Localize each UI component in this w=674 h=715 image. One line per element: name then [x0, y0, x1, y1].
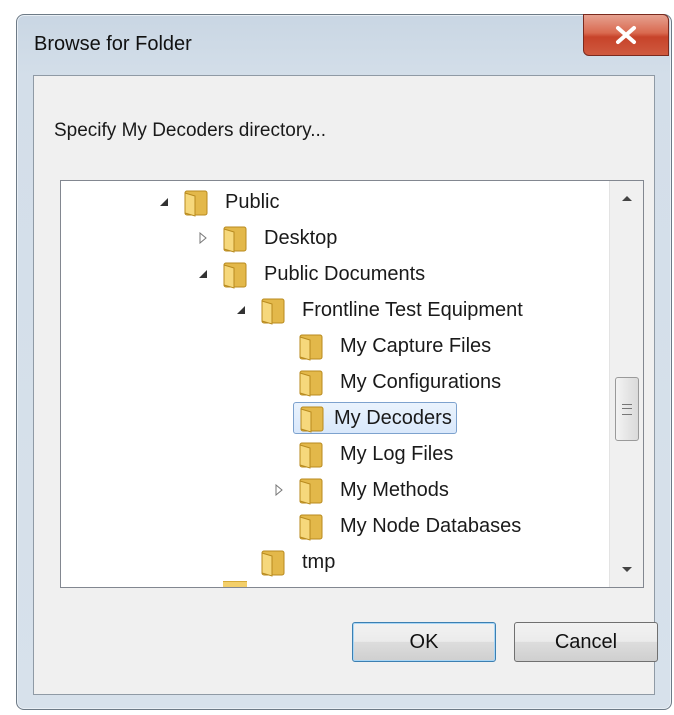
folder-icon	[223, 262, 247, 289]
tree-item-label: My Capture Files	[340, 334, 492, 357]
tree-item-label: Public Documents	[264, 262, 426, 285]
folder-icon	[299, 442, 323, 469]
folder-icon	[299, 514, 323, 541]
close-button[interactable]	[583, 14, 669, 56]
folder-icon	[300, 406, 324, 433]
folder-icon	[261, 298, 285, 325]
tree-item-label: tmp	[302, 550, 336, 573]
collapsed-triangle-icon[interactable]	[271, 482, 287, 498]
folder-icon	[261, 550, 285, 577]
folder-icon	[223, 226, 247, 253]
folder-icon	[299, 478, 323, 505]
expanded-triangle-icon[interactable]	[156, 194, 172, 210]
tree-item-my-decoders[interactable]: My Decoders	[293, 401, 457, 435]
browse-for-folder-dialog: Browse for Folder Specify My Decoders di…	[16, 14, 672, 710]
tree-item-my-configurations[interactable]: My Configurations	[297, 365, 508, 399]
tree-item-my-node-databases[interactable]: My Node Databases	[297, 509, 528, 543]
scrollbar-thumb[interactable]	[615, 377, 639, 441]
tree-item-label: My Node Databases	[340, 514, 522, 537]
partial-folder-icon	[223, 581, 247, 587]
tree-item-frontline-test-equipment[interactable]: Frontline Test Equipment	[233, 293, 530, 327]
tree-item-desktop[interactable]: Desktop	[195, 221, 344, 255]
tree-item-my-methods[interactable]: My Methods	[271, 473, 456, 507]
expanded-triangle-icon[interactable]	[233, 302, 249, 318]
tree-item-public[interactable]: Public	[156, 185, 286, 219]
grip-icon	[622, 403, 632, 415]
tree-item-label: Desktop	[264, 226, 338, 249]
folder-icon	[299, 370, 323, 397]
cancel-button[interactable]: Cancel	[514, 622, 658, 662]
ok-button[interactable]: OK	[352, 622, 496, 662]
tree-item-tmp[interactable]: tmp	[259, 545, 342, 579]
collapsed-triangle-icon[interactable]	[195, 230, 211, 246]
tree-item-my-capture-files[interactable]: My Capture Files	[297, 329, 498, 363]
scroll-up-arrow-icon[interactable]	[610, 181, 643, 215]
folder-tree[interactable]: Public Desktop Public Documents Frontlin…	[60, 180, 644, 588]
instruction-text: Specify My Decoders directory...	[54, 120, 327, 141]
tree-item-label: My Methods	[340, 478, 449, 501]
tree-item-my-log-files[interactable]: My Log Files	[297, 437, 460, 471]
scroll-down-arrow-icon[interactable]	[610, 553, 643, 587]
tree-item-label: My Decoders	[334, 406, 452, 429]
folder-icon	[299, 334, 323, 361]
tree-item-public-documents[interactable]: Public Documents	[195, 257, 432, 291]
dialog-client-area: Specify My Decoders directory... Public	[33, 75, 658, 695]
expanded-triangle-icon[interactable]	[195, 266, 211, 282]
selected-tree-item[interactable]: My Decoders	[293, 402, 457, 434]
close-icon	[616, 26, 636, 44]
vertical-scrollbar[interactable]	[609, 181, 643, 587]
tree-item-label: My Log Files	[340, 442, 454, 465]
dialog-title: Browse for Folder	[34, 33, 192, 55]
folder-icon	[184, 190, 208, 217]
folder-tree-items: Public Desktop Public Documents Frontlin…	[61, 181, 609, 587]
tree-item-label: My Configurations	[340, 370, 502, 393]
tree-item-label: Public	[225, 190, 280, 213]
tree-item-label: Frontline Test Equipment	[302, 298, 523, 321]
